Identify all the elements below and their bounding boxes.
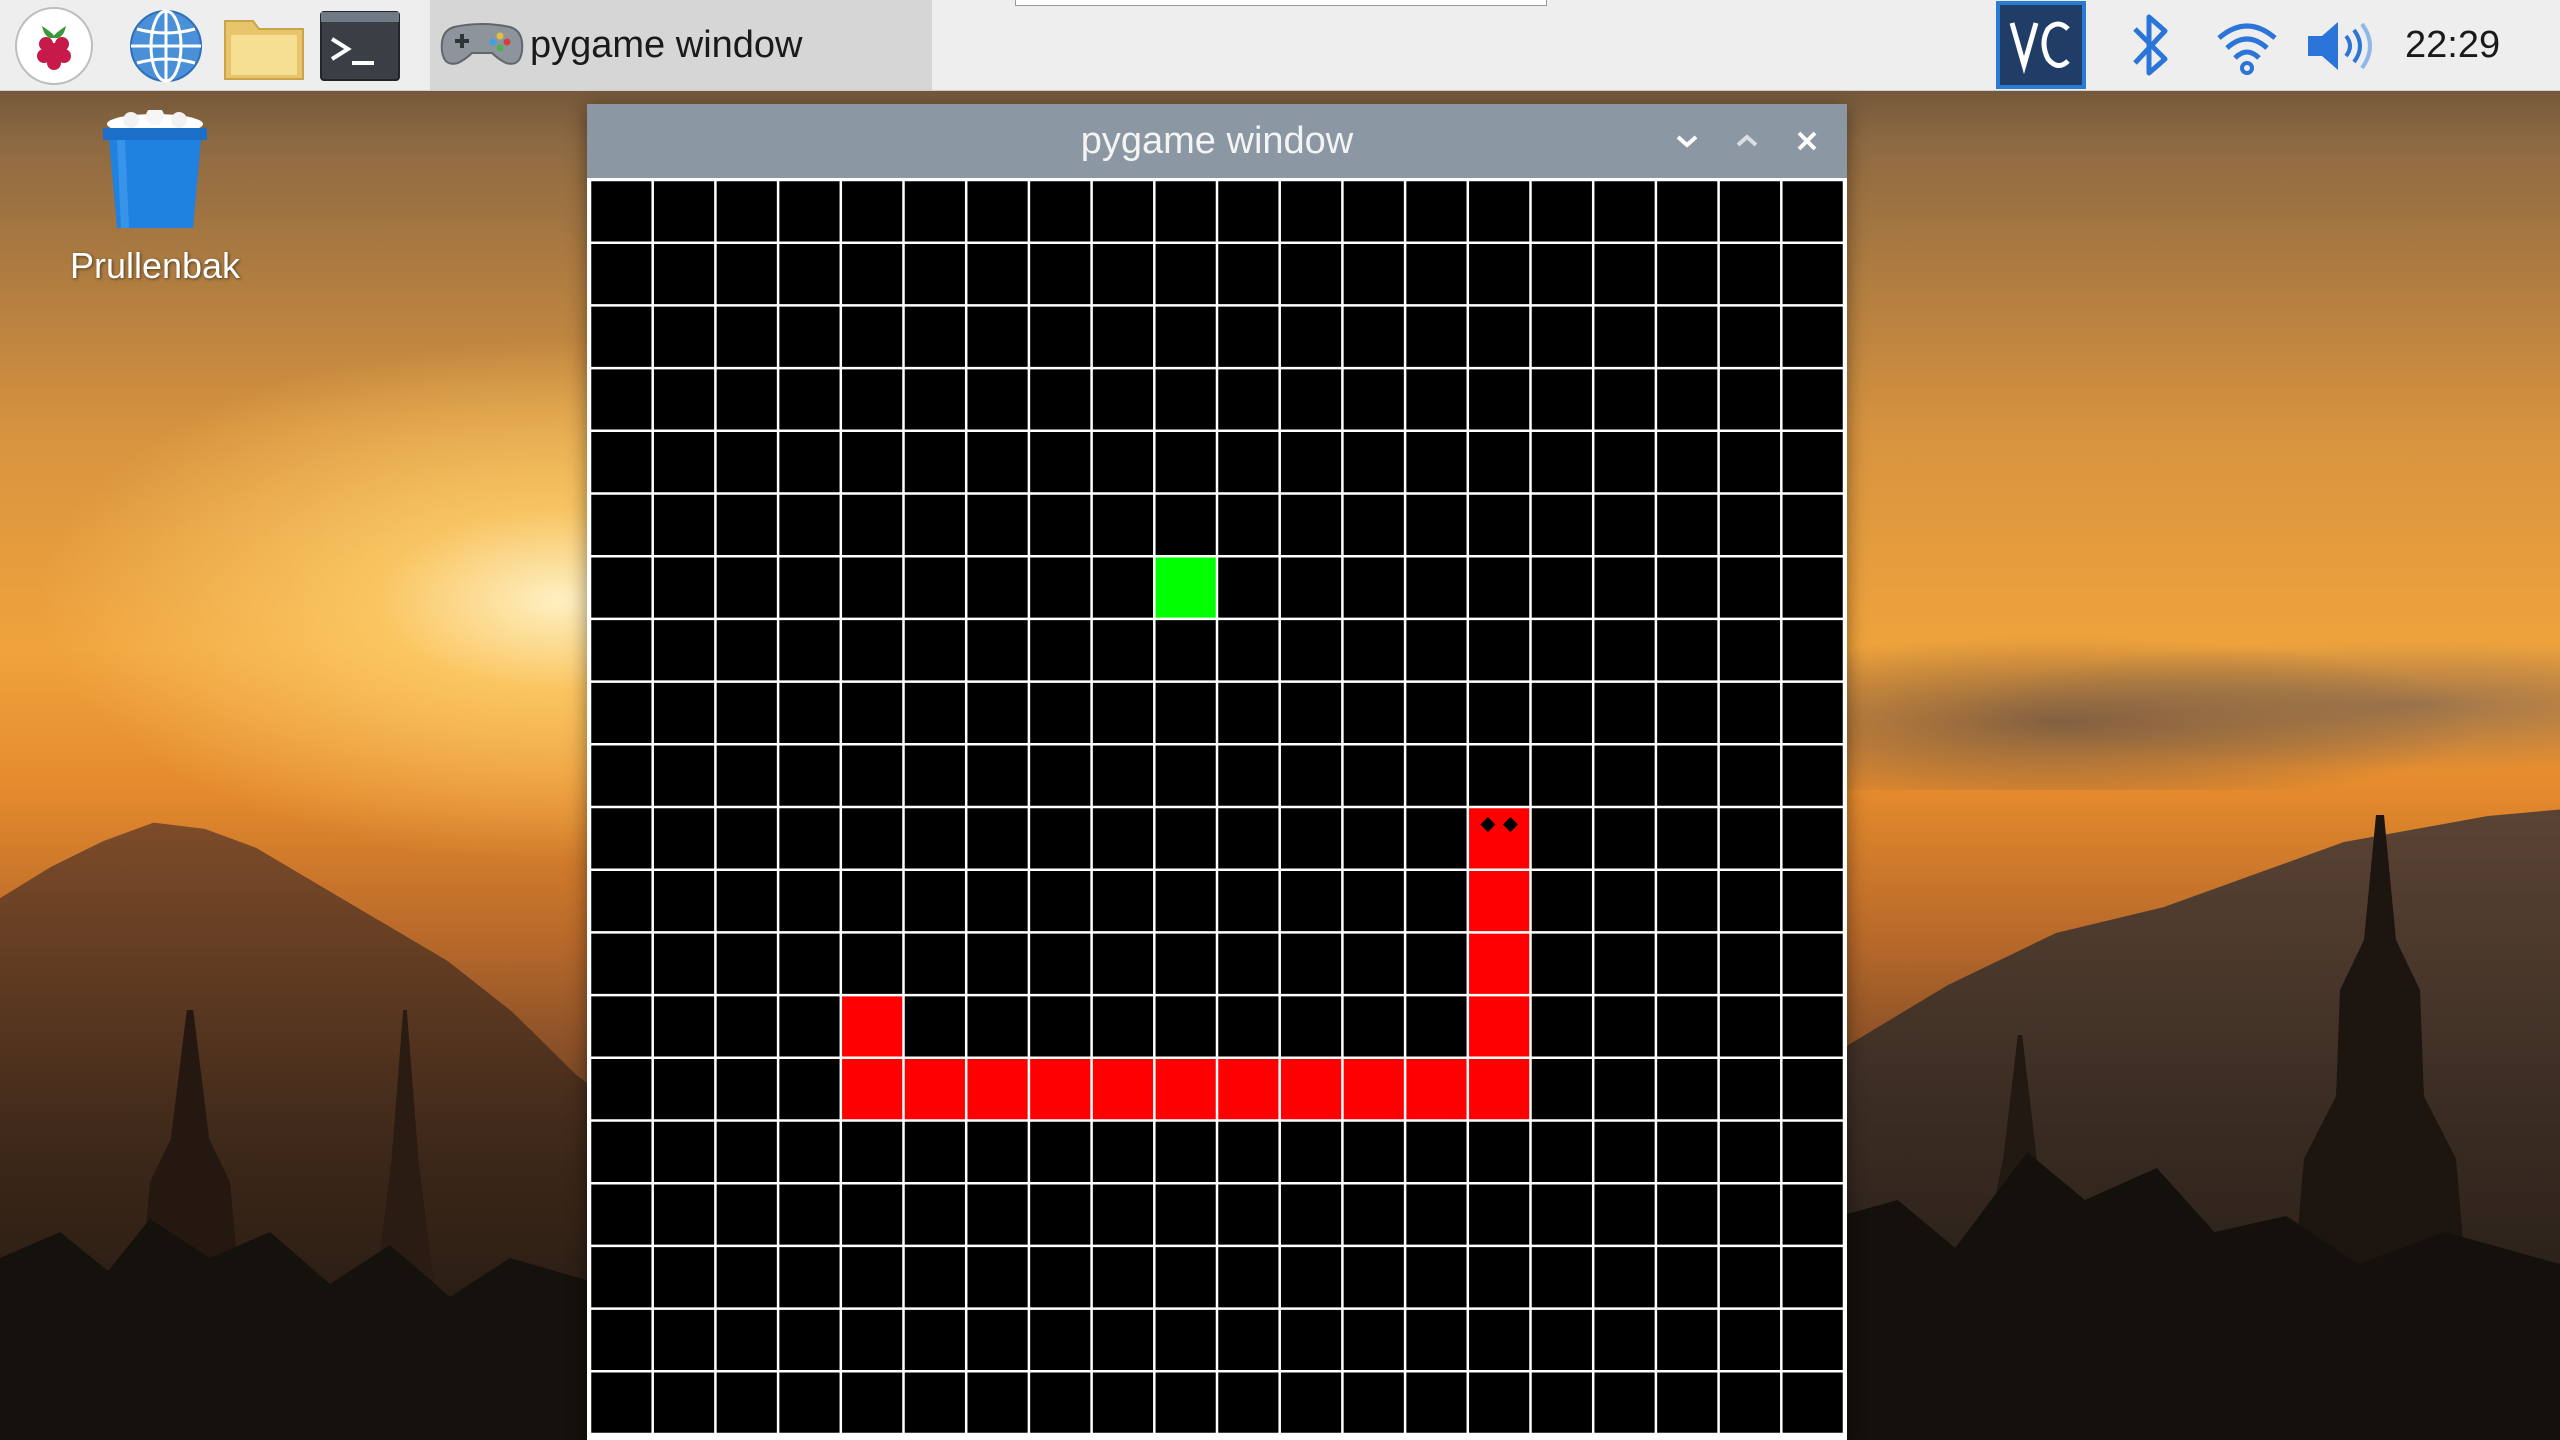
bluetooth-icon[interactable] [2108,4,2192,88]
close-icon[interactable] [1787,121,1827,161]
snake-segment [903,1057,967,1121]
snake-segment [840,995,904,1058]
window-title: pygame window [1080,119,1354,162]
maximize-icon[interactable] [1727,121,1767,161]
snake-segment [1405,1057,1468,1121]
snake-segment [966,1057,1029,1121]
wifi-icon[interactable] [2205,4,2289,88]
snake-segment [1467,869,1531,933]
snake-segment [840,1057,904,1121]
web-browser-icon[interactable] [124,4,208,88]
snake-segment [1154,1057,1217,1121]
game-board[interactable] [590,180,1844,1434]
terminal-icon[interactable] [318,4,402,88]
pygame-window: pygame window [587,104,1847,1440]
file-manager-icon[interactable] [222,4,306,88]
taskbar: pygame window 22:29 [0,0,2560,91]
raspberry-menu-icon[interactable] [12,4,96,88]
gamepad-icon [440,21,524,69]
clouds [1840,620,2560,790]
snake-segment [1467,1057,1531,1121]
grid-lines [590,180,1844,1434]
snake-segment [1279,1057,1343,1121]
snake-segment [1217,1057,1280,1121]
trash-label: Prullenbak [69,245,241,286]
volume-icon[interactable] [2298,4,2382,88]
food-cell [1154,556,1217,619]
snake-segment [1467,995,1531,1058]
trash-icon [97,107,213,235]
snake-segment [1342,1057,1406,1121]
vnc-icon[interactable] [1996,0,2086,90]
snake-segment [1467,932,1531,996]
snake-segment [1028,1057,1092,1121]
snake-head [1467,807,1531,870]
window-titlebar[interactable]: pygame window [587,104,1847,178]
clock[interactable]: 22:29 [2405,0,2500,90]
taskbar-item-label: pygame window [530,23,803,66]
snake-segment [1091,1057,1155,1121]
taskbar-panel-dropdown [1015,0,1547,6]
desktop-icon-trash[interactable]: Prullenbak [50,107,260,287]
taskbar-item-pygame-window[interactable]: pygame window [430,0,932,90]
minimize-icon[interactable] [1667,121,1707,161]
